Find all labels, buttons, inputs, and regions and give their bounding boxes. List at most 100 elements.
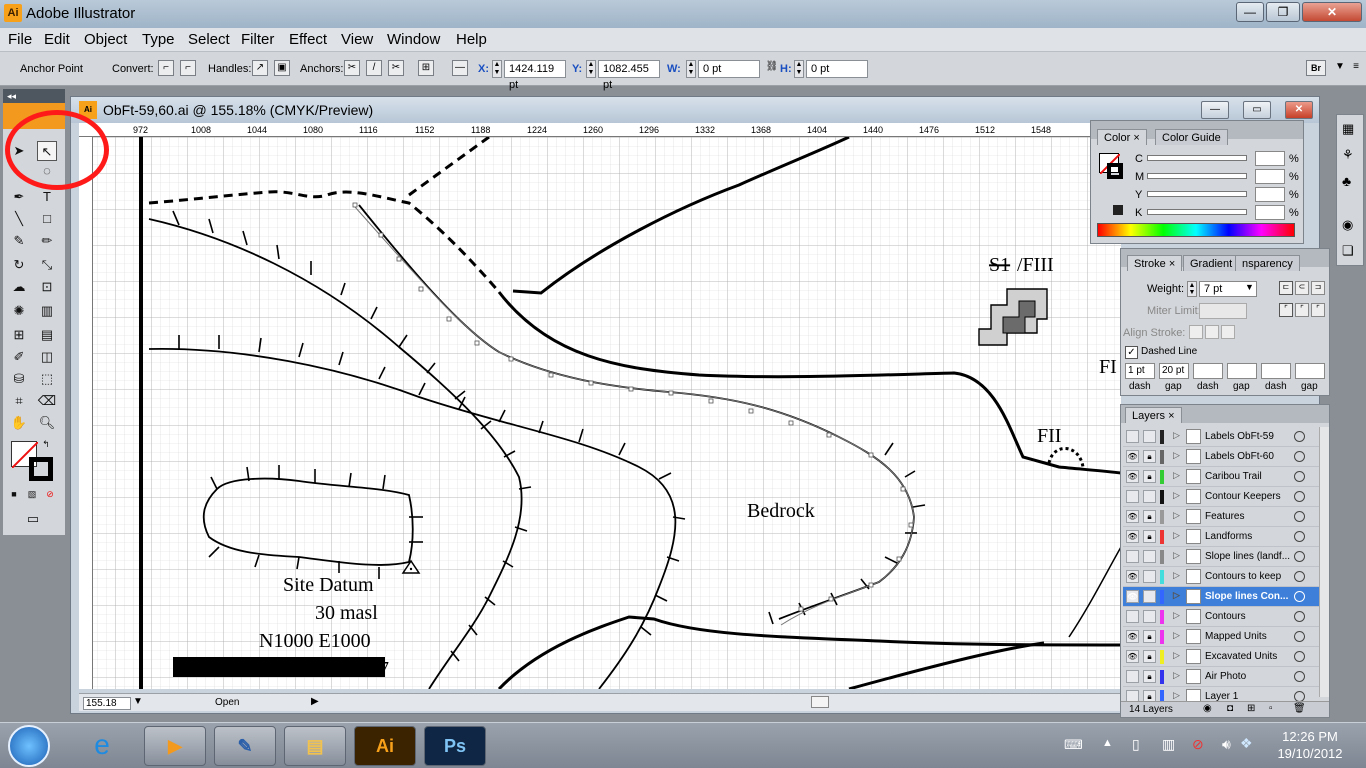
free-transform-tool-icon[interactable]: ⊡	[37, 277, 57, 297]
expand-triangle-icon[interactable]: ▷	[1173, 570, 1180, 581]
visibility-eye-icon[interactable]: 👁︎	[1126, 650, 1139, 663]
lock-icon[interactable]: 🔒︎	[1143, 630, 1156, 643]
h-stepper[interactable]: ▲ ▼	[794, 60, 804, 78]
y-field[interactable]: 1082.455 pt	[598, 60, 660, 91]
volume-icon[interactable]: 🔊︎	[1222, 736, 1231, 753]
zoom-dropdown-icon[interactable]: ▼	[133, 696, 143, 707]
layer-target-icon[interactable]	[1294, 511, 1305, 522]
dashed-line-checkbox[interactable]: ✓	[1125, 346, 1138, 359]
new-layer-icon[interactable]: ▫	[1269, 703, 1273, 714]
eyedropper-tool-icon[interactable]: ✐	[9, 347, 29, 367]
bridge-button[interactable]: Br	[1306, 60, 1326, 76]
layer-target-icon[interactable]	[1294, 551, 1305, 562]
lasso-tool-icon[interactable]: ◌	[37, 161, 57, 181]
expand-triangle-icon[interactable]: ▷	[1173, 630, 1180, 641]
layer-name[interactable]: Labels ObFt-60	[1205, 451, 1293, 462]
lock-icon[interactable]: 🔒︎	[1143, 650, 1156, 663]
lock-icon[interactable]	[1143, 490, 1156, 503]
layer-name[interactable]: Features	[1205, 511, 1293, 522]
tab-layers[interactable]: Layers ×	[1125, 407, 1182, 423]
c-value-field[interactable]	[1255, 151, 1285, 166]
layer-row[interactable]: 👁︎ 🔒︎ ▷ Labels ObFt-60	[1123, 447, 1319, 467]
visibility-eye-icon[interactable]: 👁︎	[1126, 510, 1139, 523]
join-round-icon[interactable]: ⌜	[1295, 303, 1309, 317]
clipping-mask-icon[interactable]: ◘	[1227, 703, 1233, 714]
layer-row[interactable]: 👁︎ ▷ Contours to keep	[1123, 567, 1319, 587]
rectangle-tool-icon[interactable]: □	[37, 209, 57, 229]
convert-corner-icon[interactable]: ⌐	[158, 60, 174, 76]
expand-triangle-icon[interactable]: ▷	[1173, 550, 1180, 561]
layers-scrollbar[interactable]	[1319, 427, 1329, 697]
lock-icon[interactable]	[1143, 550, 1156, 563]
menu-effect[interactable]: Effect	[289, 31, 327, 48]
lock-icon[interactable]: 🔒︎	[1143, 510, 1156, 523]
appearance-icon[interactable]: ◉	[1342, 217, 1358, 233]
pencil-tool-icon[interactable]: ✏	[37, 231, 57, 251]
h-field[interactable]: 0 pt	[806, 60, 868, 78]
dash2-field[interactable]	[1193, 363, 1223, 379]
doc-minimize-button[interactable]: —	[1201, 101, 1229, 119]
dropbox-icon[interactable]: ❖	[1240, 735, 1253, 752]
out-of-gamut-swatch[interactable]	[1113, 205, 1123, 215]
layer-name[interactable]: Contours	[1205, 611, 1293, 622]
menu-edit[interactable]: Edit	[44, 31, 70, 48]
layer-target-icon[interactable]	[1294, 591, 1305, 602]
layer-row[interactable]: 👁︎ ▷ Slope lines Con...	[1123, 587, 1319, 607]
hand-tool-icon[interactable]: ✋	[9, 413, 29, 433]
layer-row[interactable]: ▷ Slope lines (landf...	[1123, 547, 1319, 567]
visibility-eye-icon[interactable]	[1126, 490, 1139, 503]
w-stepper[interactable]: ▲ ▼	[686, 60, 696, 78]
expand-triangle-icon[interactable]: ▷	[1173, 670, 1180, 681]
control-menu-icon[interactable]: ▼	[1332, 60, 1348, 76]
layer-name[interactable]: Labels ObFt-59	[1205, 431, 1293, 442]
lock-icon[interactable]	[1143, 610, 1156, 623]
mesh-tool-icon[interactable]: ⊞	[9, 325, 29, 345]
horizontal-ruler[interactable]: 972 1008 1044 1080 1116 1152 1188 1224 1…	[79, 123, 1121, 137]
artboard-canvas[interactable]: Site Datum 30 masl N1000 E1000 Bedrock S…	[79, 137, 1121, 689]
expand-triangle-icon[interactable]: ▷	[1173, 610, 1180, 621]
show-handles-icon[interactable]: ↗	[252, 60, 268, 76]
swap-fill-stroke-icon[interactable]: ↰	[39, 437, 53, 451]
network-icon[interactable]: ▥	[1162, 736, 1175, 753]
layer-name[interactable]: Contours to keep	[1205, 571, 1293, 582]
lock-icon[interactable]	[1143, 590, 1156, 603]
visibility-eye-icon[interactable]: 👁︎	[1126, 590, 1139, 603]
convert-smooth-icon[interactable]: ⌐	[180, 60, 196, 76]
c-slider[interactable]	[1147, 155, 1247, 161]
cap-butt-icon[interactable]: ⊏	[1279, 281, 1293, 295]
layer-target-icon[interactable]	[1294, 531, 1305, 542]
selection-tool-icon[interactable]: ➤	[9, 141, 29, 161]
layer-target-icon[interactable]	[1294, 651, 1305, 662]
visibility-eye-icon[interactable]: 👁︎	[1126, 630, 1139, 643]
x-stepper[interactable]: ▲ ▼	[492, 60, 502, 78]
tab-transparency[interactable]: nsparency	[1235, 255, 1300, 271]
pen-tool-icon[interactable]: ✒	[9, 187, 29, 207]
layer-row[interactable]: ▷ Contour Keepers	[1123, 487, 1319, 507]
visibility-eye-icon[interactable]	[1126, 430, 1139, 443]
layer-name[interactable]: Caribou Trail	[1205, 471, 1293, 482]
cap-round-icon[interactable]: ⊂	[1295, 281, 1309, 295]
illustrator-taskbar-button[interactable]: Ai	[354, 726, 416, 766]
device-icon[interactable]: ▯	[1132, 736, 1140, 753]
start-button[interactable]	[8, 725, 50, 767]
expand-triangle-icon[interactable]: ▷	[1173, 590, 1180, 601]
hide-handles-icon[interactable]: ▣	[274, 60, 290, 76]
close-button[interactable]: ✕	[1302, 2, 1362, 22]
gradient-tool-icon[interactable]: ▤	[37, 325, 57, 345]
zoom-field[interactable]: 155.18	[83, 697, 131, 710]
gradient-mode-icon[interactable]: ▧	[25, 487, 39, 501]
remove-anchor-icon[interactable]: ✂	[344, 60, 360, 76]
m-slider[interactable]	[1147, 173, 1247, 179]
lock-icon[interactable]: 🔒︎	[1143, 450, 1156, 463]
layer-target-icon[interactable]	[1294, 451, 1305, 462]
join-miter-icon[interactable]: ⌜	[1279, 303, 1293, 317]
symbols-icon[interactable]: ♣	[1342, 173, 1358, 189]
expand-triangle-icon[interactable]: ▷	[1173, 650, 1180, 661]
layer-name[interactable]: Slope lines (landf...	[1205, 551, 1293, 562]
lock-icon[interactable]	[1143, 570, 1156, 583]
layer-row[interactable]: ▷ Contours	[1123, 607, 1319, 627]
direct-selection-tool-icon[interactable]: ↖	[37, 141, 57, 161]
keyboard-icon[interactable]: ⌨	[1064, 737, 1083, 753]
menu-view[interactable]: View	[341, 31, 373, 48]
layer-row[interactable]: 👁︎ 🔒︎ ▷ Features	[1123, 507, 1319, 527]
